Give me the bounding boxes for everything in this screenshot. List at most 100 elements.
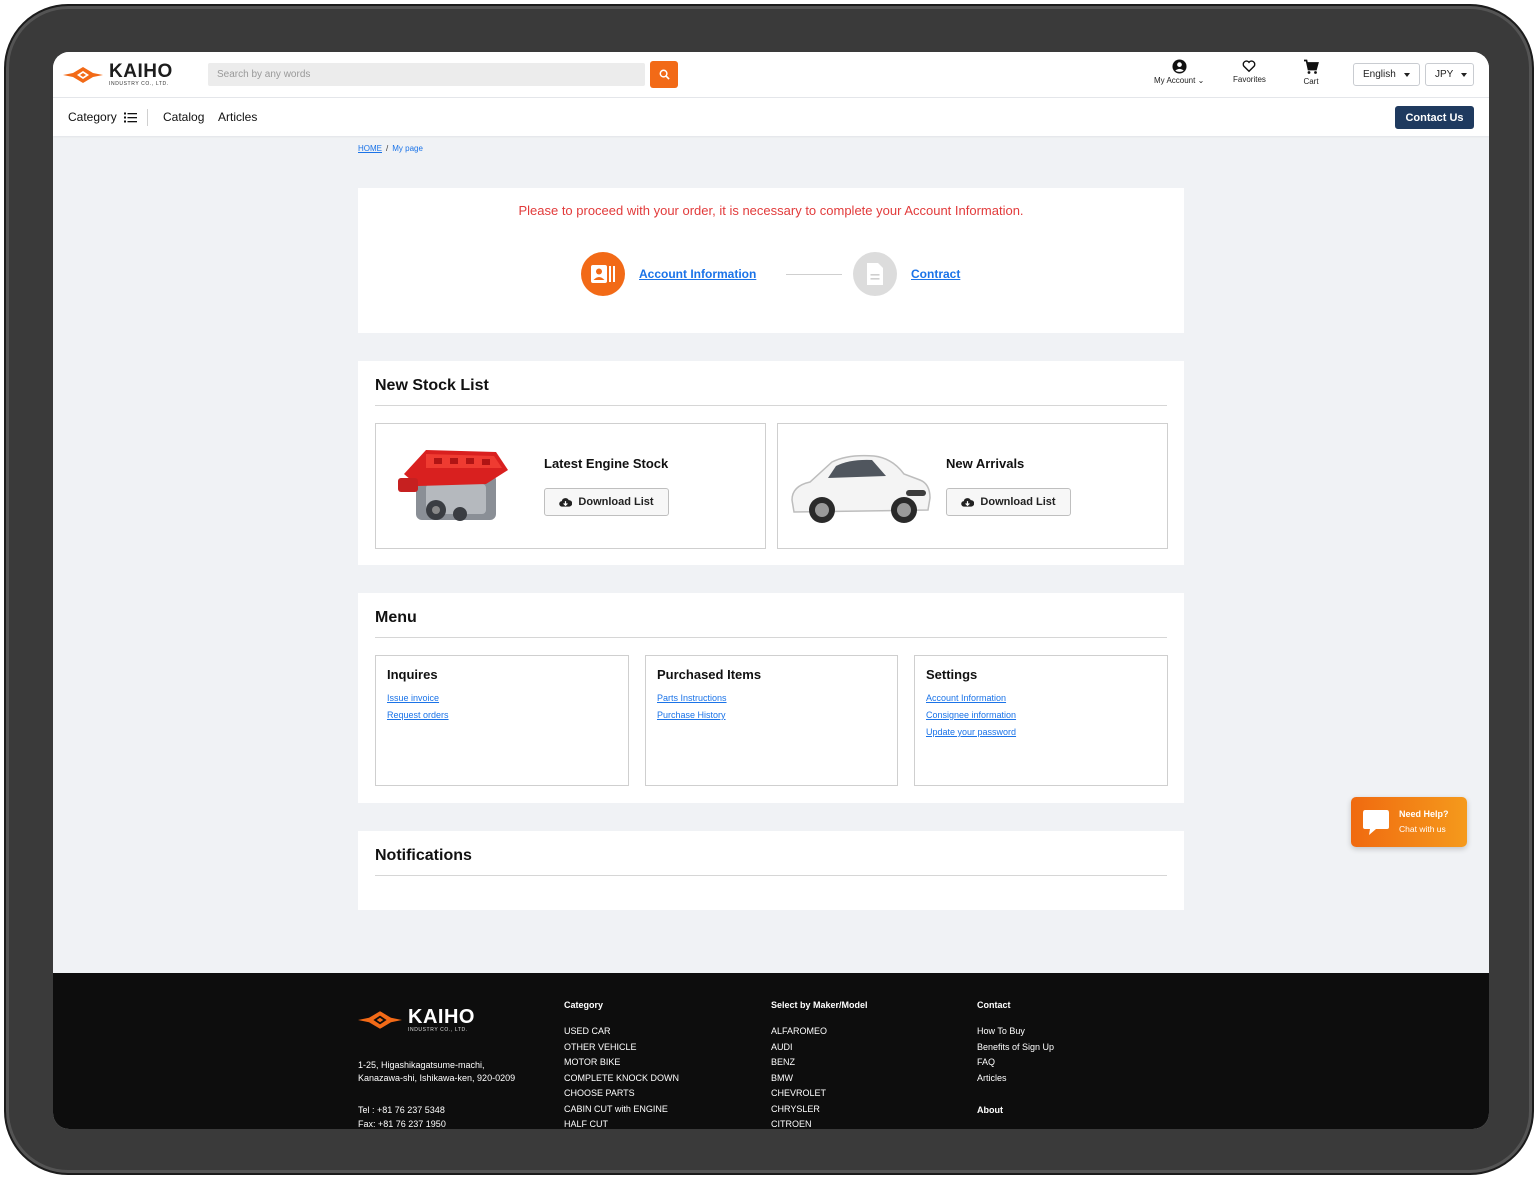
search-input[interactable]: Search by any words xyxy=(208,63,645,86)
nav-bar: Category Catalog Articles Contact Us xyxy=(53,98,1489,136)
footer-link[interactable]: Articles xyxy=(977,1073,1054,1084)
account-information-link[interactable]: Account Information xyxy=(639,267,756,281)
cloud-download-icon xyxy=(961,498,975,507)
chat-bubble-icon xyxy=(1363,810,1389,835)
contract-link[interactable]: Contract xyxy=(911,267,960,281)
footer-maker-column: Select by Maker/Model ALFAROMEO AUDI BEN… xyxy=(771,1000,868,1129)
step-account-information[interactable]: Account Information xyxy=(581,252,756,296)
arrivals-download-button[interactable]: Download List xyxy=(946,488,1071,516)
category-label: Category xyxy=(68,110,117,124)
menu-card: Menu Inquires Issue invoice Request orde… xyxy=(358,593,1184,803)
logo-tagline: INDUSTRY CO., LTD. xyxy=(109,81,169,87)
footer-address: 1-25, Higashikagatsume-machi, Kanazawa-s… xyxy=(358,1059,515,1085)
menu-group-inquires: Inquires Issue invoice Request orders xyxy=(375,655,629,786)
account-information-settings-link[interactable]: Account Information xyxy=(926,693,1016,703)
new-arrivals-title: New Arrivals xyxy=(946,456,1025,471)
notifications-card: Notifications xyxy=(358,831,1184,910)
breadcrumb-current: My page xyxy=(392,144,423,153)
new-stock-list-card: New Stock List Latest Engine Stock Downl… xyxy=(358,361,1184,565)
consignee-information-link[interactable]: Consignee information xyxy=(926,710,1016,720)
my-account-button[interactable]: My Account ⌄ xyxy=(1154,59,1204,85)
menu-group-title: Purchased Items xyxy=(657,667,762,682)
footer-logo[interactable]: KAIHO INDUSTRY CO., LTD. xyxy=(358,1007,475,1033)
kaiho-logo[interactable]: KAIHO INDUSTRY CO., LTD. xyxy=(63,62,173,87)
footer-column-title: Contact xyxy=(977,1000,1011,1010)
step-contract[interactable]: Contract xyxy=(853,252,960,296)
account-card-icon xyxy=(581,252,625,296)
footer-link[interactable]: CHOOSE PARTS xyxy=(564,1088,679,1099)
logo-wordmark: KAIHO xyxy=(109,61,173,82)
caret-down-icon xyxy=(1403,72,1410,77)
footer-link[interactable]: CHRYSLER xyxy=(771,1104,868,1115)
document-icon xyxy=(853,252,897,296)
currency-select[interactable]: JPY xyxy=(1425,63,1474,86)
footer-category-column: Category USED CAR OTHER VEHICLE MOTOR BI… xyxy=(564,1000,679,1129)
issue-invoice-link[interactable]: Issue invoice xyxy=(387,693,449,703)
request-orders-link[interactable]: Request orders xyxy=(387,710,449,720)
new-arrivals-box: New Arrivals Download List xyxy=(777,423,1168,549)
parts-instructions-link[interactable]: Parts Instructions xyxy=(657,693,727,703)
engine-download-button[interactable]: Download List xyxy=(544,488,669,516)
cart-label: Cart xyxy=(1303,77,1319,86)
footer-link[interactable]: ALFAROMEO xyxy=(771,1026,868,1037)
menu-group-settings: Settings Account Information Consignee i… xyxy=(914,655,1168,786)
footer-link[interactable]: CHEVROLET xyxy=(771,1088,868,1099)
address-line-1: 1-25, Higashikagatsume-machi, xyxy=(358,1060,485,1070)
browser-screen: KAIHO INDUSTRY CO., LTD. Search by any w… xyxy=(53,52,1489,1129)
heart-icon xyxy=(1243,60,1256,73)
section-divider xyxy=(375,637,1167,638)
language-select[interactable]: English xyxy=(1353,63,1420,86)
breadcrumb-home-link[interactable]: HOME xyxy=(358,144,382,153)
footer-link[interactable]: CITROEN xyxy=(771,1119,868,1129)
menu-group-title: Settings xyxy=(926,667,978,682)
menu-group-purchased-items: Purchased Items Parts Instructions Purch… xyxy=(645,655,898,786)
top-header: KAIHO INDUSTRY CO., LTD. Search by any w… xyxy=(53,52,1489,98)
account-circle-icon xyxy=(1172,59,1187,74)
footer-link[interactable]: FAQ xyxy=(977,1057,1054,1068)
footer-link[interactable]: HALF CUT xyxy=(564,1119,679,1129)
contact-us-button[interactable]: Contact Us xyxy=(1395,106,1474,129)
car-image xyxy=(791,454,931,523)
footer-about-title: About xyxy=(977,1105,1003,1115)
footer-link[interactable]: MOTOR BIKE xyxy=(564,1057,679,1068)
favorites-button[interactable]: Favorites xyxy=(1233,59,1266,84)
chat-widget-button[interactable]: Need Help? Chat with us xyxy=(1351,797,1467,847)
download-list-label: Download List xyxy=(980,496,1056,508)
search-icon xyxy=(659,69,670,80)
account-notice-message: Please to proceed with your order, it is… xyxy=(518,203,1024,218)
language-value: English xyxy=(1363,69,1396,80)
step-connector xyxy=(786,274,842,275)
footer-logo-wordmark: KAIHO xyxy=(408,1006,475,1028)
category-menu-button[interactable]: Category xyxy=(68,110,137,124)
update-password-link[interactable]: Update your password xyxy=(926,727,1016,737)
nav-articles[interactable]: Articles xyxy=(218,110,257,124)
section-divider xyxy=(375,405,1167,406)
new-stock-list-title: New Stock List xyxy=(375,377,489,394)
account-notice-card: Please to proceed with your order, it is… xyxy=(358,188,1184,333)
site-footer: KAIHO INDUSTRY CO., LTD. 1-25, Higashika… xyxy=(53,973,1489,1129)
breadcrumb: HOME / My page xyxy=(358,144,423,153)
footer-link[interactable]: CABIN CUT with ENGINE xyxy=(564,1104,679,1115)
nav-catalog[interactable]: Catalog xyxy=(163,110,204,124)
purchase-history-link[interactable]: Purchase History xyxy=(657,710,727,720)
address-line-2: Kanazawa-shi, Ishikawa-ken, 920-0209 xyxy=(358,1073,516,1083)
list-icon xyxy=(123,112,137,122)
footer-link[interactable]: Benefits of Sign Up xyxy=(977,1042,1054,1053)
cloud-download-icon xyxy=(559,498,573,507)
footer-link[interactable]: AUDI xyxy=(771,1042,868,1053)
section-divider xyxy=(375,875,1167,876)
chat-title: Need Help? xyxy=(1399,809,1449,819)
footer-link[interactable]: COMPLETE KNOCK DOWN xyxy=(564,1073,679,1084)
footer-logo-tagline: INDUSTRY CO., LTD. xyxy=(408,1027,468,1033)
footer-link[interactable]: How To Buy xyxy=(977,1026,1054,1037)
engine-stock-title: Latest Engine Stock xyxy=(544,456,669,471)
favorites-label: Favorites xyxy=(1233,75,1266,84)
search-button[interactable] xyxy=(650,61,678,88)
footer-link[interactable]: BMW xyxy=(771,1073,868,1084)
cart-button[interactable]: Cart xyxy=(1303,59,1319,86)
cart-icon xyxy=(1304,59,1319,74)
footer-link[interactable]: USED CAR xyxy=(564,1026,679,1037)
footer-link[interactable]: BENZ xyxy=(771,1057,868,1068)
footer-link[interactable]: OTHER VEHICLE xyxy=(564,1042,679,1053)
footer-contact-column: Contact How To Buy Benefits of Sign Up F… xyxy=(977,1000,1054,1129)
